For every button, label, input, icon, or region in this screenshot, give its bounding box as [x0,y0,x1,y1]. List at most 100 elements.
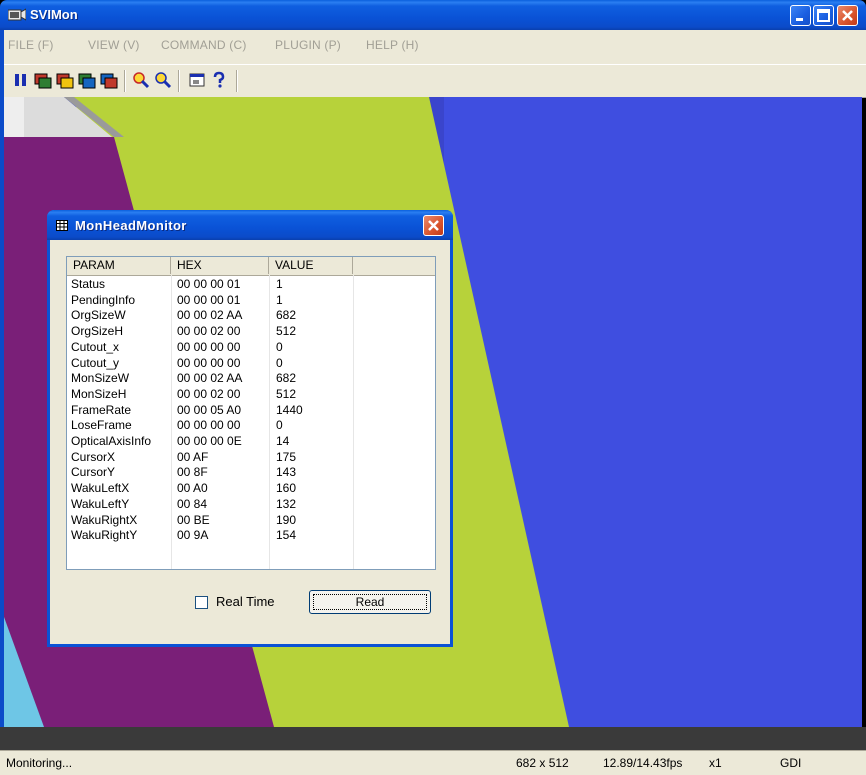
status-fps: 12.89/14.43fps [603,756,683,770]
dialog-title-bar[interactable]: MonHeadMonitor [47,210,453,240]
cell-param: CursorX [71,449,116,464]
dialog-title: MonHeadMonitor [75,218,187,233]
minimize-icon [796,18,803,21]
cell-param: WakuRightY [71,528,138,543]
dialog-close-button[interactable] [423,215,444,236]
cell-hex: 00 AF [177,449,209,464]
menu-plugin[interactable]: PLUGIN (P) [275,38,341,52]
maximize-button[interactable] [813,5,834,26]
cell-hex: 00 00 00 01 [177,277,241,291]
video-capture-icon[interactable] [78,71,96,89]
realtime-label[interactable]: Real Time [216,594,275,609]
list-row[interactable]: OrgSizeH 00 00 02 00 512 [67,324,435,340]
cell-value: 682 [276,308,297,323]
cell-param: OpticalAxisInfo [71,434,152,448]
status-size: 682 x 512 [516,756,569,770]
realtime-checkbox[interactable] [195,596,208,609]
maximize-icon [817,9,830,22]
table-icon [56,220,68,231]
list-row[interactable]: LoseFrame 00 00 00 00 0 [67,418,435,434]
list-row[interactable]: MonSizeH 00 00 02 00 512 [67,386,435,403]
cell-value: 190 [276,512,297,527]
list-row[interactable]: WakuLeftX 00 A0 160 [67,481,435,497]
status-renderer: GDI [780,756,802,770]
list-row[interactable]: PendingInfo 00 00 00 01 1 [67,292,435,309]
close-icon [842,10,853,21]
toolbar-separator [236,70,238,92]
video-save-icon[interactable] [100,71,118,89]
cell-hex: 00 00 00 00 [177,339,241,354]
cell-value: 512 [276,324,297,339]
zoom-in-icon[interactable] [132,71,150,89]
list-row[interactable]: MonSizeW 00 00 02 AA 682 [67,371,435,387]
cell-value: 132 [276,496,297,511]
menu-view[interactable]: VIEW (V) [88,38,140,52]
monhead-monitor-dialog: MonHeadMonitor PARAM HEX VALUE Status 00 … [47,210,453,647]
close-button[interactable] [837,5,858,26]
cell-hex: 00 8F [177,465,208,480]
param-list[interactable]: PARAM HEX VALUE Status 00 00 00 01 1 Pendin… [66,256,436,570]
cell-value: 512 [276,386,297,401]
cell-hex: 00 BE [177,512,210,527]
cell-hex: 00 00 00 0E [177,434,242,448]
camera-icon [8,8,26,21]
list-row[interactable]: WakuLeftY 00 84 132 [67,496,435,513]
menu-command[interactable]: COMMAND (C) [161,38,247,52]
video-play-icon[interactable] [56,71,74,89]
read-button[interactable]: Read [309,590,431,614]
video-record-icon[interactable] [34,71,52,89]
cell-param: Cutout_x [71,339,120,354]
canvas-bottom-strip [0,727,866,750]
list-row[interactable]: FrameRate 00 00 05 A0 1440 [67,402,435,419]
window-title: SVIMon [30,7,78,22]
list-row[interactable]: Cutout_y 00 00 00 00 0 [67,355,435,372]
list-row[interactable]: WakuRightY 00 9A 154 [67,528,435,544]
cell-param: FrameRate [71,402,132,417]
properties-icon[interactable] [188,71,206,89]
cell-hex: 00 00 02 AA [177,371,243,386]
cell-param: PendingInfo [71,292,136,307]
status-text: Monitoring... [6,756,73,770]
list-row[interactable]: CursorX 00 AF 175 [67,449,435,466]
list-row[interactable]: CursorY 00 8F 143 [67,465,435,481]
toolbar-separator [178,70,180,92]
menu-file[interactable]: FILE (F) [8,38,54,52]
column-header-empty [353,257,435,274]
cell-value: 682 [276,371,297,386]
title-bar[interactable]: SVIMon [0,0,866,30]
cell-value: 154 [276,528,297,543]
column-header-param[interactable]: PARAM [67,257,171,274]
help-icon[interactable] [210,71,228,89]
menu-bar: FILE (F) VIEW (V) COMMAND (C) PLUGIN (P)… [4,30,866,64]
cell-value: 0 [276,355,283,370]
cell-param: Cutout_y [71,355,120,370]
cell-hex: 00 00 02 AA [177,308,243,323]
column-header-value[interactable]: VALUE [269,257,353,274]
list-row[interactable]: OrgSizeW 00 00 02 AA 682 [67,308,435,324]
list-row[interactable]: WakuRightX 00 BE 190 [67,512,435,529]
cell-param: LoseFrame [71,418,132,433]
cell-hex: 00 00 00 01 [177,292,241,307]
menu-help[interactable]: HELP (H) [366,38,419,52]
minimize-button[interactable] [790,5,811,26]
cell-value: 1440 [276,402,303,417]
list-row[interactable]: Cutout_x 00 00 00 00 0 [67,339,435,356]
list-row[interactable]: Status 00 00 00 01 1 [67,277,435,293]
cell-param: MonSizeH [71,386,127,401]
cell-param: WakuRightX [71,512,138,527]
column-header-hex[interactable]: HEX [171,257,269,274]
cell-param: MonSizeW [71,371,130,386]
pause-icon[interactable] [12,71,30,89]
cell-value: 1 [276,292,283,307]
cell-hex: 00 00 02 00 [177,386,241,401]
cell-hex: 00 9A [177,528,209,543]
cell-hex: 00 00 00 00 [177,355,241,370]
cell-value: 0 [276,418,283,433]
list-row[interactable]: OpticalAxisInfo 00 00 00 0E 14 [67,434,435,450]
close-icon [428,220,439,231]
cell-value: 160 [276,481,297,496]
toolbar-separator [124,70,126,92]
cell-hex: 00 00 02 00 [177,324,241,339]
cell-value: 14 [276,434,290,448]
zoom-out-icon[interactable] [154,71,172,89]
